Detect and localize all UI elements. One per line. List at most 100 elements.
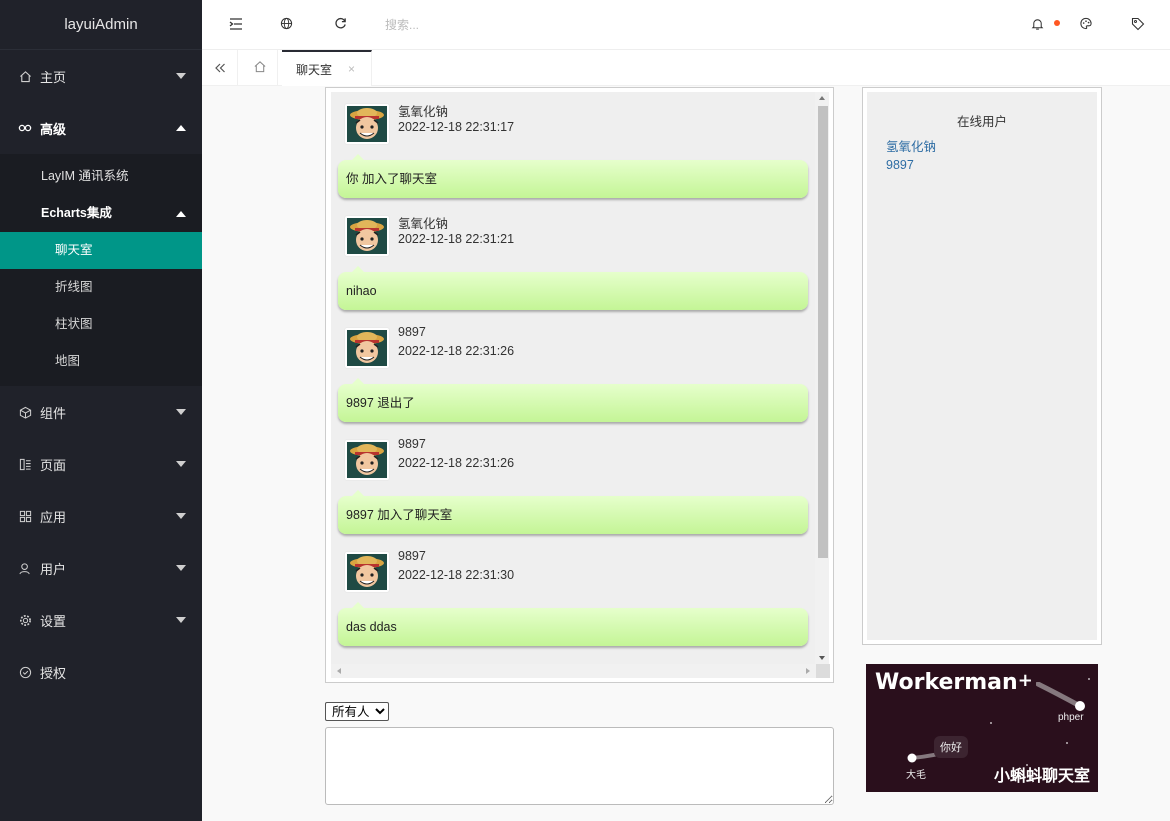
top-header [202,0,1170,50]
sidebar-item-user[interactable]: 用户 [0,542,202,594]
recipient-select[interactable]: 所有人 [325,702,389,721]
chevron-down-icon [176,461,186,467]
banner-brand-text: Workerman [875,670,1018,695]
chevron-up-icon [176,125,186,131]
sidebar-item-map[interactable]: 地图 [0,343,202,380]
online-user-link[interactable]: 9897 [886,156,936,174]
user-icon [16,562,34,575]
message-time: 2022-12-18 22:31:17 [398,120,515,134]
message-time: 2022-12-18 22:31:30 [398,568,515,582]
scroll-down-icon[interactable] [819,656,825,660]
bell-icon [1031,17,1044,34]
banner-tag-phper: phper [1058,712,1084,723]
chevron-up-icon [176,210,186,217]
sidebar-item-settings[interactable]: 设置 [0,594,202,646]
refresh-button[interactable] [320,0,360,50]
tab-home[interactable] [242,50,278,86]
sidebar-item-label: 设置 [40,613,67,629]
notification-dot [1054,20,1060,26]
scroll-left-icon[interactable] [337,668,341,674]
palette-icon [1079,17,1093,33]
banner-plus: + [1017,670,1033,691]
gear-icon [16,614,34,627]
sidebar-item-echarts[interactable]: Echarts集成 [0,195,202,232]
message-bubble: 9897 退出了 [338,378,808,422]
sidebar-item-line-chart[interactable]: 折线图 [0,269,202,306]
app-icon [16,510,34,523]
notification-button[interactable] [1017,0,1057,50]
scroll-right-icon[interactable] [806,668,810,674]
tab-chatroom[interactable]: 聊天室 × [282,50,372,86]
sidebar-item-bar-chart[interactable]: 柱状图 [0,306,202,343]
horizontal-scrollbar[interactable] [331,664,816,678]
online-user-link[interactable]: 氢氧化钠 [886,138,936,156]
shield-check-icon [16,666,34,679]
senior-subnav: LayIM 通讯系统 Echarts集成 聊天室 折线图 柱状图 地图 [0,154,202,386]
sidebar-item-label: 高级 [40,121,67,137]
chevron-down-icon [176,73,186,79]
message-bubble: nihao [338,266,808,310]
sidebar-item-layim[interactable]: LayIM 通讯系统 [0,158,202,195]
note-button[interactable] [1118,0,1158,50]
online-users-list: 氢氧化钠 9897 [886,138,936,174]
collapse-menu-button[interactable] [216,0,256,50]
avatar [345,104,389,144]
sidebar-item-label: 应用 [40,509,67,525]
page-tabs: 聊天室 × [202,50,1170,86]
component-icon [16,406,34,419]
sidebar-item-chatroom[interactable]: 聊天室 [0,232,202,269]
sidebar-item-label: 主页 [40,69,67,85]
sidebar-item-component[interactable]: 组件 [0,386,202,438]
sidebar-item-home[interactable]: 主页 [0,50,202,102]
avatar [345,328,389,368]
star-decoration [1026,764,1028,766]
tabs-prev-button[interactable] [202,50,238,86]
message-username: 氢氧化钠 [398,105,449,119]
menu-fold-icon [229,17,243,33]
comet-icon [1036,682,1085,711]
template-icon [16,458,34,471]
chevron-down-icon [176,565,186,571]
message-input[interactable] [325,727,834,805]
senior-icon [16,123,34,133]
message-username: 9897 [398,437,426,451]
theme-button[interactable] [1066,0,1106,50]
message-time: 2022-12-18 22:31:21 [398,232,515,246]
sidebar-item-label: 用户 [40,561,67,577]
sidebar-item-label: Echarts集成 [41,206,112,220]
double-chevron-left-icon [214,61,226,76]
chevron-down-icon [176,409,186,415]
avatar [345,552,389,592]
sidebar-item-auth[interactable]: 授权 [0,646,202,698]
message-list[interactable]: 氢氧化钠 2022-12-18 22:31:17 你 加入了聊天室 氢氧化钠 2… [331,92,816,664]
banner-tag-damao: 大毛 [906,770,926,781]
sidebar-item-app[interactable]: 应用 [0,490,202,542]
search-input[interactable] [385,14,585,36]
tab-label: 聊天室 [296,62,333,77]
sidebar-item-template[interactable]: 页面 [0,438,202,490]
scroll-up-icon[interactable] [819,96,825,100]
home-icon [16,70,34,83]
vertical-scrollbar[interactable] [815,92,829,664]
scrollbar-thumb[interactable] [818,106,828,558]
globe-icon [280,17,293,33]
workerman-banner: Workerman+ phper 你好 大毛 小蝌蚪聊天室 [866,664,1098,792]
message-bubble: 9897 加入了聊天室 [338,490,808,534]
message-bubble: 你 加入了聊天室 [338,154,808,198]
app-logo[interactable]: layuiAdmin [0,0,202,50]
sidebar-item-label: 组件 [40,405,67,421]
online-users-inner: 在线用户 氢氧化钠 9897 [867,92,1097,640]
star-decoration [990,722,992,724]
message-username: 9897 [398,549,426,563]
message-time: 2022-12-18 22:31:26 [398,344,515,358]
message-username: 氢氧化钠 [398,217,449,231]
tab-close-icon[interactable]: × [348,62,355,76]
tag-icon [1131,17,1145,34]
scrollbar-corner [816,664,830,678]
message-time: 2022-12-18 22:31:26 [398,456,515,470]
star-decoration [1066,742,1068,744]
website-button[interactable] [266,0,306,50]
sidebar-item-senior[interactable]: 高级 [0,102,202,154]
sidebar: layuiAdmin 主页 高级 LayIM 通讯系统 Echarts集成 聊天… [0,0,202,821]
message-username: 9897 [398,325,426,339]
